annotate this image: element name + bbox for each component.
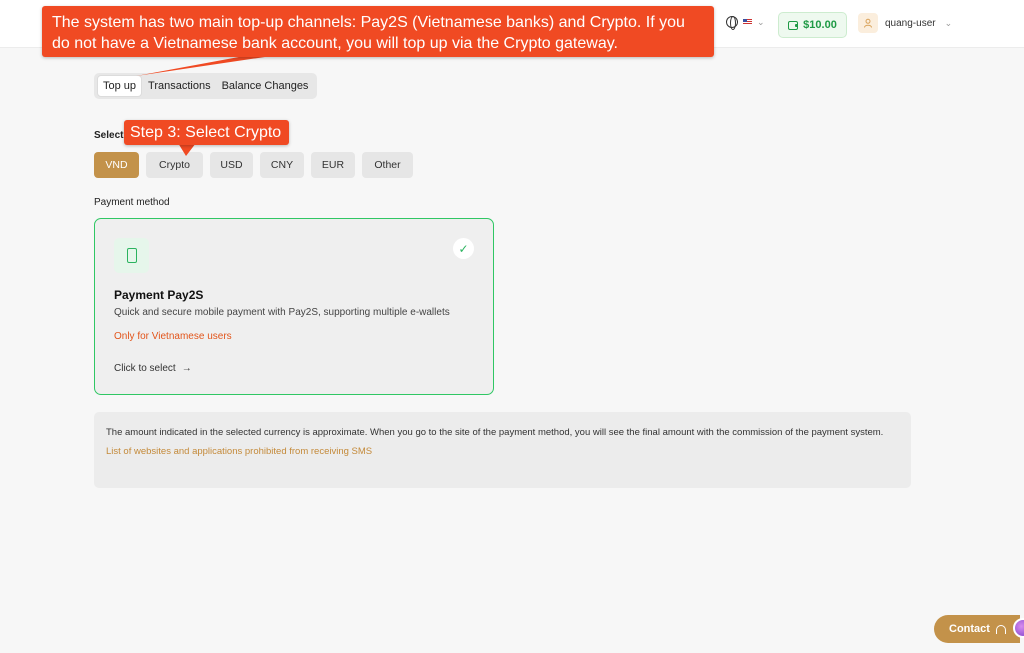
username: quang-user — [885, 17, 936, 29]
arrow-right-icon: → — [181, 363, 192, 374]
language-selector[interactable]: ⌄ — [726, 16, 765, 30]
currency-eur-button[interactable]: EUR — [311, 152, 355, 178]
currency-vnd-button[interactable]: VND — [94, 152, 139, 178]
avatar — [858, 13, 878, 33]
currency-cny-button[interactable]: CNY — [260, 152, 304, 178]
payment-method-description: Quick and secure mobile payment with Pay… — [114, 307, 450, 318]
prohibited-sites-link[interactable]: List of websites and applications prohib… — [106, 446, 899, 457]
globe-icon — [726, 16, 738, 30]
payment-method-cta[interactable]: Click to select → — [114, 363, 192, 374]
contact-button[interactable]: Contact — [934, 615, 1020, 643]
user-icon — [864, 18, 872, 28]
annotation-callout-step: Step 3: Select Crypto — [124, 120, 289, 145]
info-box: The amount indicated in the selected cur… — [94, 412, 911, 488]
balance-badge[interactable]: $10.00 — [778, 12, 847, 38]
balance-amount: $10.00 — [803, 19, 837, 31]
headset-icon — [995, 624, 1006, 634]
annotation-callout-main: The system has two main top-up channels:… — [42, 6, 714, 57]
chevron-down-icon: ⌄ — [757, 16, 765, 27]
currency-usd-button[interactable]: USD — [210, 152, 253, 178]
payment-method-label: Payment method — [94, 197, 170, 208]
tab-transactions[interactable]: Transactions — [143, 76, 216, 96]
phone-icon — [114, 238, 149, 273]
tab-balance-changes[interactable]: Balance Changes — [217, 76, 314, 96]
cta-label: Click to select — [114, 363, 176, 374]
currency-section-label: Select — [94, 130, 124, 141]
payment-method-title: Payment Pay2S — [114, 288, 204, 302]
currency-other-button[interactable]: Other — [362, 152, 413, 178]
currency-options: VND Crypto USD CNY EUR Other — [94, 152, 413, 178]
user-menu[interactable]: quang-user ⌄ — [858, 13, 952, 33]
us-flag-icon — [743, 19, 752, 25]
top-tabs: Top up Transactions Balance Changes — [94, 73, 317, 99]
chevron-down-icon: ⌄ — [944, 17, 953, 28]
currency-crypto-button[interactable]: Crypto — [146, 152, 203, 178]
check-icon: ✓ — [453, 238, 474, 259]
info-text: The amount indicated in the selected cur… — [106, 427, 884, 438]
wallet-icon — [788, 20, 799, 30]
payment-method-card-pay2s[interactable]: ✓ Payment Pay2S Quick and secure mobile … — [94, 218, 494, 395]
payment-method-restriction-note: Only for Vietnamese users — [114, 331, 232, 342]
tab-top-up[interactable]: Top up — [97, 75, 143, 97]
contact-label: Contact — [949, 623, 990, 635]
